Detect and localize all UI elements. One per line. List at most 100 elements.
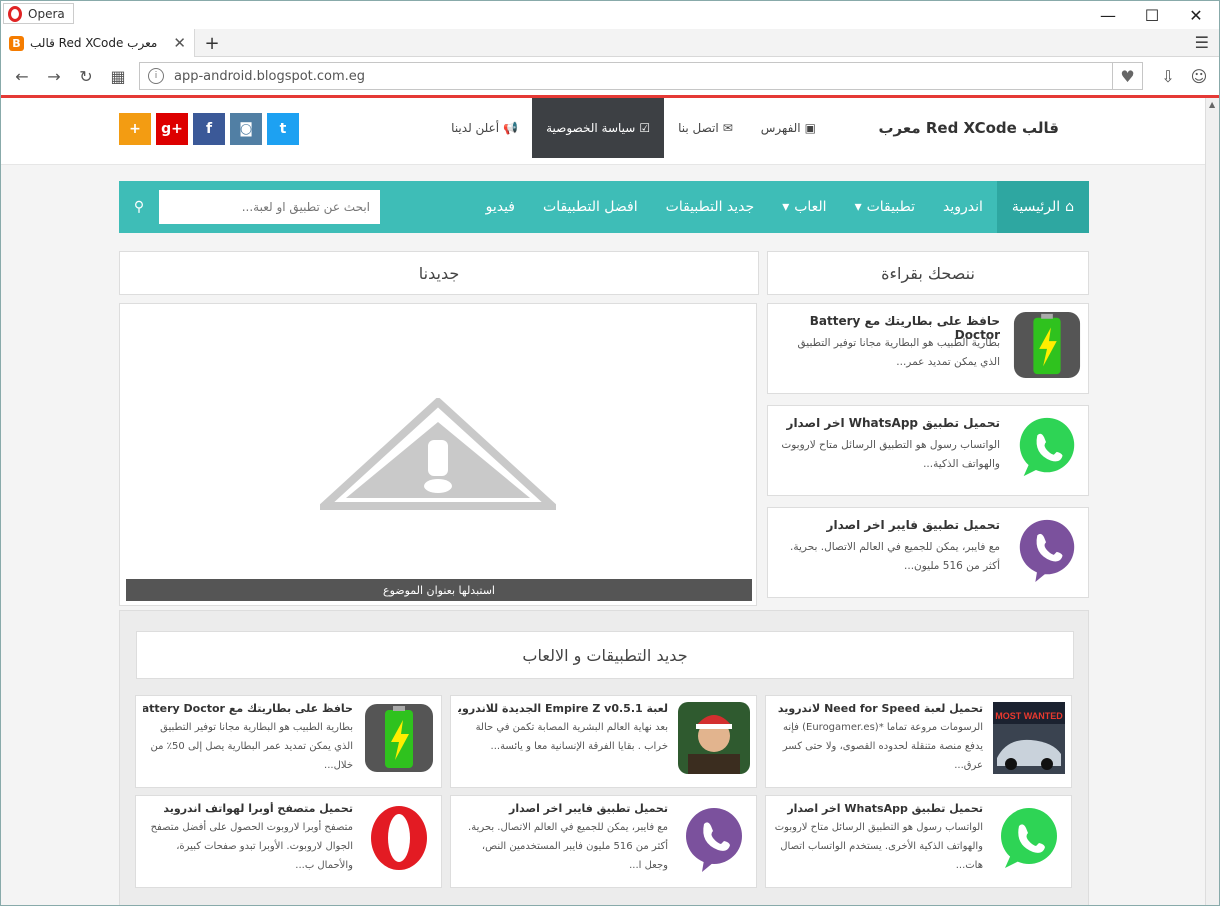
opera-menu-button[interactable]: Opera [3, 3, 74, 24]
card-excerpt: بعد نهاية العالم البشرية المصابة تكمن في… [475, 722, 668, 752]
nav-item-label: فيديو [485, 199, 516, 215]
search-input[interactable] [159, 190, 380, 224]
app-name: Opera [28, 6, 65, 21]
latest-section: جديد التطبيقات و الالعاب MOST WANTED تحمي… [119, 610, 1089, 905]
tab-close-icon[interactable]: ✕ [173, 34, 186, 52]
featured-slider[interactable]: استبدلها بعنوان الموضوع [119, 303, 757, 606]
nav-item[interactable]: اندرويد [929, 181, 997, 233]
forward-button[interactable]: → [43, 65, 65, 87]
viber-app-icon [686, 808, 742, 872]
social-buttons: + g+ f ◙ t [119, 113, 299, 145]
download-button[interactable]: ⇩ [1157, 65, 1179, 87]
nav-item[interactable]: تطبيقات ▾ [841, 181, 929, 233]
grid-icon: ▦ [110, 66, 126, 86]
latest-heading: جديد التطبيقات و الالعاب [136, 631, 1074, 679]
minimize-icon: — [1100, 5, 1116, 25]
card-thumb[interactable] [363, 702, 435, 774]
site-info-icon[interactable]: i [148, 68, 164, 84]
nav-item[interactable]: جديد التطبيقات [652, 181, 769, 233]
back-button[interactable]: ← [11, 65, 33, 87]
nav-item[interactable]: افضل التطبيقات [529, 181, 652, 233]
plus-icon[interactable]: + [119, 113, 151, 145]
top-link-label: اتصل بنا [678, 121, 719, 135]
nav-item[interactable]: فيديو [472, 181, 529, 233]
card-excerpt: الواتساب رسول هو التطبيق الرسائل متاح لا… [774, 822, 983, 871]
reload-icon: ↻ [79, 66, 93, 86]
sitemap-icon: ▣ [804, 121, 816, 135]
card-thumb[interactable] [678, 802, 750, 874]
top-link[interactable]: ☑ سياسة الخصوصية [532, 98, 665, 158]
top-link[interactable]: ▣ الفهرس [747, 98, 830, 158]
url-text[interactable]: app-android.blogspot.com.eg [174, 69, 1112, 84]
bullhorn-icon: 📢 [503, 121, 519, 135]
latest-card[interactable]: تحميل تطبيق WhatsApp اخر اصدار الواتساب ر… [765, 795, 1072, 888]
bookmark-heart-icon[interactable]: ♥ [1112, 62, 1142, 90]
card-title[interactable]: حافظ على بطاريتك مع Battery Doctor [143, 702, 353, 715]
top-link-label: سياسة الخصوصية [546, 121, 636, 135]
instagram-icon[interactable]: ◙ [230, 113, 262, 145]
maximize-icon: ☐ [1144, 5, 1160, 25]
recommend-thumb[interactable] [1012, 514, 1082, 584]
search-button[interactable]: ⚲ [119, 181, 159, 233]
card-excerpt: مع فايبر، يمكن للجميع في العالم الاتصال.… [468, 822, 668, 871]
scroll-up-icon[interactable]: ▲ [1209, 100, 1215, 109]
address-bar[interactable]: i app-android.blogspot.com.eg ♥ [139, 62, 1143, 90]
card-title[interactable]: تحميل تطبيق فايبر اخر اصدار [458, 802, 668, 815]
latest-card[interactable]: تحميل متصفح أوبرا لهواتف اندرويد متصفح أو… [135, 795, 442, 888]
card-thumb[interactable] [363, 802, 435, 874]
recommend-excerpt: بطارية الطبيب هو البطارية مجانا توفير ال… [797, 337, 1000, 368]
twitter-icon[interactable]: t [267, 113, 299, 145]
facebook-icon[interactable]: f [193, 113, 225, 145]
reload-button[interactable]: ↻ [75, 65, 97, 87]
card-title[interactable]: تحميل لعبة Need for Speed لاندرويد [773, 702, 983, 715]
recommend-item[interactable]: تحميل تطبيق WhatsApp اخر اصدار الواتساب ر… [767, 405, 1089, 496]
close-window-button[interactable]: ✕ [1173, 1, 1219, 29]
whatsapp-app-icon [1001, 808, 1057, 868]
card-thumb[interactable] [993, 802, 1065, 874]
latest-card[interactable]: تحميل تطبيق فايبر اخر اصدار مع فايبر، يمك… [450, 795, 757, 888]
card-title[interactable]: لعبة Empire Z v0.5.1 الجديدة للاندرويد [458, 702, 668, 715]
latest-card[interactable]: حافظ على بطاريتك مع Battery Doctor بطارية… [135, 695, 442, 788]
recommend-thumb[interactable] [1012, 412, 1082, 482]
speed-dial-button[interactable]: ▦ [107, 65, 129, 87]
card-title[interactable]: تحميل تطبيق WhatsApp اخر اصدار [773, 802, 983, 815]
viber-app-icon [1019, 519, 1075, 583]
nav-item[interactable]: ⌂ الرئيسية [996, 181, 1089, 233]
slide-caption[interactable]: استبدلها بعنوان الموضوع [126, 579, 752, 601]
recommend-excerpt: مع فايبر، يمكن للجميع في العالم الاتصال.… [790, 541, 1000, 572]
card-title[interactable]: تحميل متصفح أوبرا لهواتف اندرويد [143, 802, 353, 815]
main-menu: ⌂ الرئيسية اندرويد تطبيقات ▾ العاب ▾ جديد التطب… [380, 181, 1089, 233]
recommend-title[interactable]: تحميل تطبيق فايبر اخر اصدار [780, 518, 1000, 532]
nav-item-label: تطبيقات [866, 199, 915, 215]
page-scrollbar[interactable]: ▲ [1205, 98, 1219, 905]
svg-text:MOST WANTED: MOST WANTED [995, 711, 1063, 721]
tab-menu-icon[interactable]: ☰ [1195, 33, 1209, 52]
new-tab-button[interactable]: + [201, 29, 223, 57]
recommend-item[interactable]: حافظ على بطاريتك مع Battery Doctor بطارية… [767, 303, 1089, 394]
battery-app-icon [365, 704, 433, 772]
site-top-bar: قالب Red XCode معرب ▣ الفهرس ✉ اتصل بنا ☑ سيا… [1, 98, 1205, 165]
web-page: قالب Red XCode معرب ▣ الفهرس ✉ اتصل بنا ☑ سيا… [1, 98, 1219, 905]
plus-icon: + [204, 32, 220, 54]
card-thumb[interactable] [678, 702, 750, 774]
top-link[interactable]: ✉ اتصل بنا [664, 98, 747, 158]
maximize-button[interactable]: ☐ [1129, 1, 1175, 29]
recommend-title[interactable]: تحميل تطبيق WhatsApp اخر اصدار [780, 416, 1000, 430]
card-thumb[interactable]: MOST WANTED [993, 702, 1065, 774]
recommend-thumb[interactable] [1012, 310, 1082, 380]
top-link[interactable]: 📢 أعلن لدينا [437, 98, 532, 158]
site-title[interactable]: قالب Red XCode معرب [878, 119, 1059, 137]
account-button[interactable]: ☺ [1188, 65, 1210, 87]
google-plus-icon[interactable]: g+ [156, 113, 188, 145]
check-square-icon: ☑ [639, 121, 651, 135]
nav-item[interactable]: العاب ▾ [768, 181, 840, 233]
minimize-button[interactable]: — [1085, 1, 1131, 29]
caret-down-icon: ▾ [854, 199, 862, 215]
close-icon: ✕ [1189, 5, 1203, 25]
latest-card[interactable]: MOST WANTED تحميل لعبة Need for Speed لان… [765, 695, 1072, 788]
nav-item-label: جديد التطبيقات [665, 199, 755, 215]
recommend-item[interactable]: تحميل تطبيق فايبر اخر اصدار مع فايبر، يمك… [767, 507, 1089, 598]
envelope-icon: ✉ [722, 121, 733, 135]
browser-tab[interactable]: B قالب Red XCode معرب ✕ [1, 29, 195, 57]
latest-card[interactable]: لعبة Empire Z v0.5.1 الجديدة للاندرويد بع… [450, 695, 757, 788]
